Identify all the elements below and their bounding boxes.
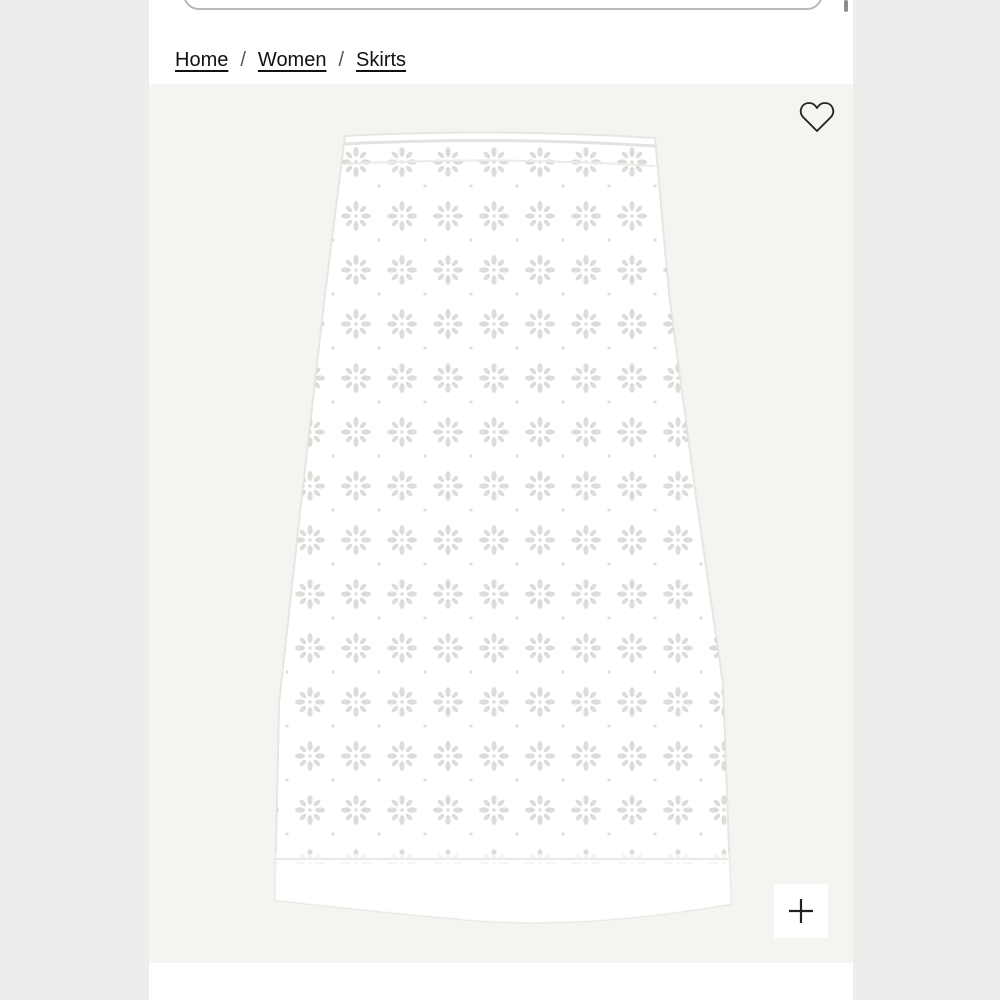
- skirt-illustration: [273, 131, 733, 924]
- product-image[interactable]: [149, 84, 853, 963]
- plus-icon: [789, 899, 813, 923]
- zoom-button[interactable]: [774, 884, 828, 938]
- breadcrumb-separator: /: [240, 48, 246, 71]
- breadcrumb-home[interactable]: Home: [175, 49, 228, 72]
- heart-icon: [799, 102, 835, 132]
- product-page: Home / Women / Skirts: [149, 0, 853, 1000]
- wishlist-button[interactable]: [799, 100, 835, 134]
- breadcrumb-skirts[interactable]: Skirts: [356, 49, 406, 72]
- search-bar[interactable]: [183, 0, 823, 10]
- breadcrumb-separator: /: [338, 48, 345, 71]
- breadcrumb-women[interactable]: Women: [258, 49, 327, 72]
- breadcrumb: Home / Women / Skirts: [175, 46, 406, 74]
- scrollbar-thumb[interactable]: [844, 0, 848, 12]
